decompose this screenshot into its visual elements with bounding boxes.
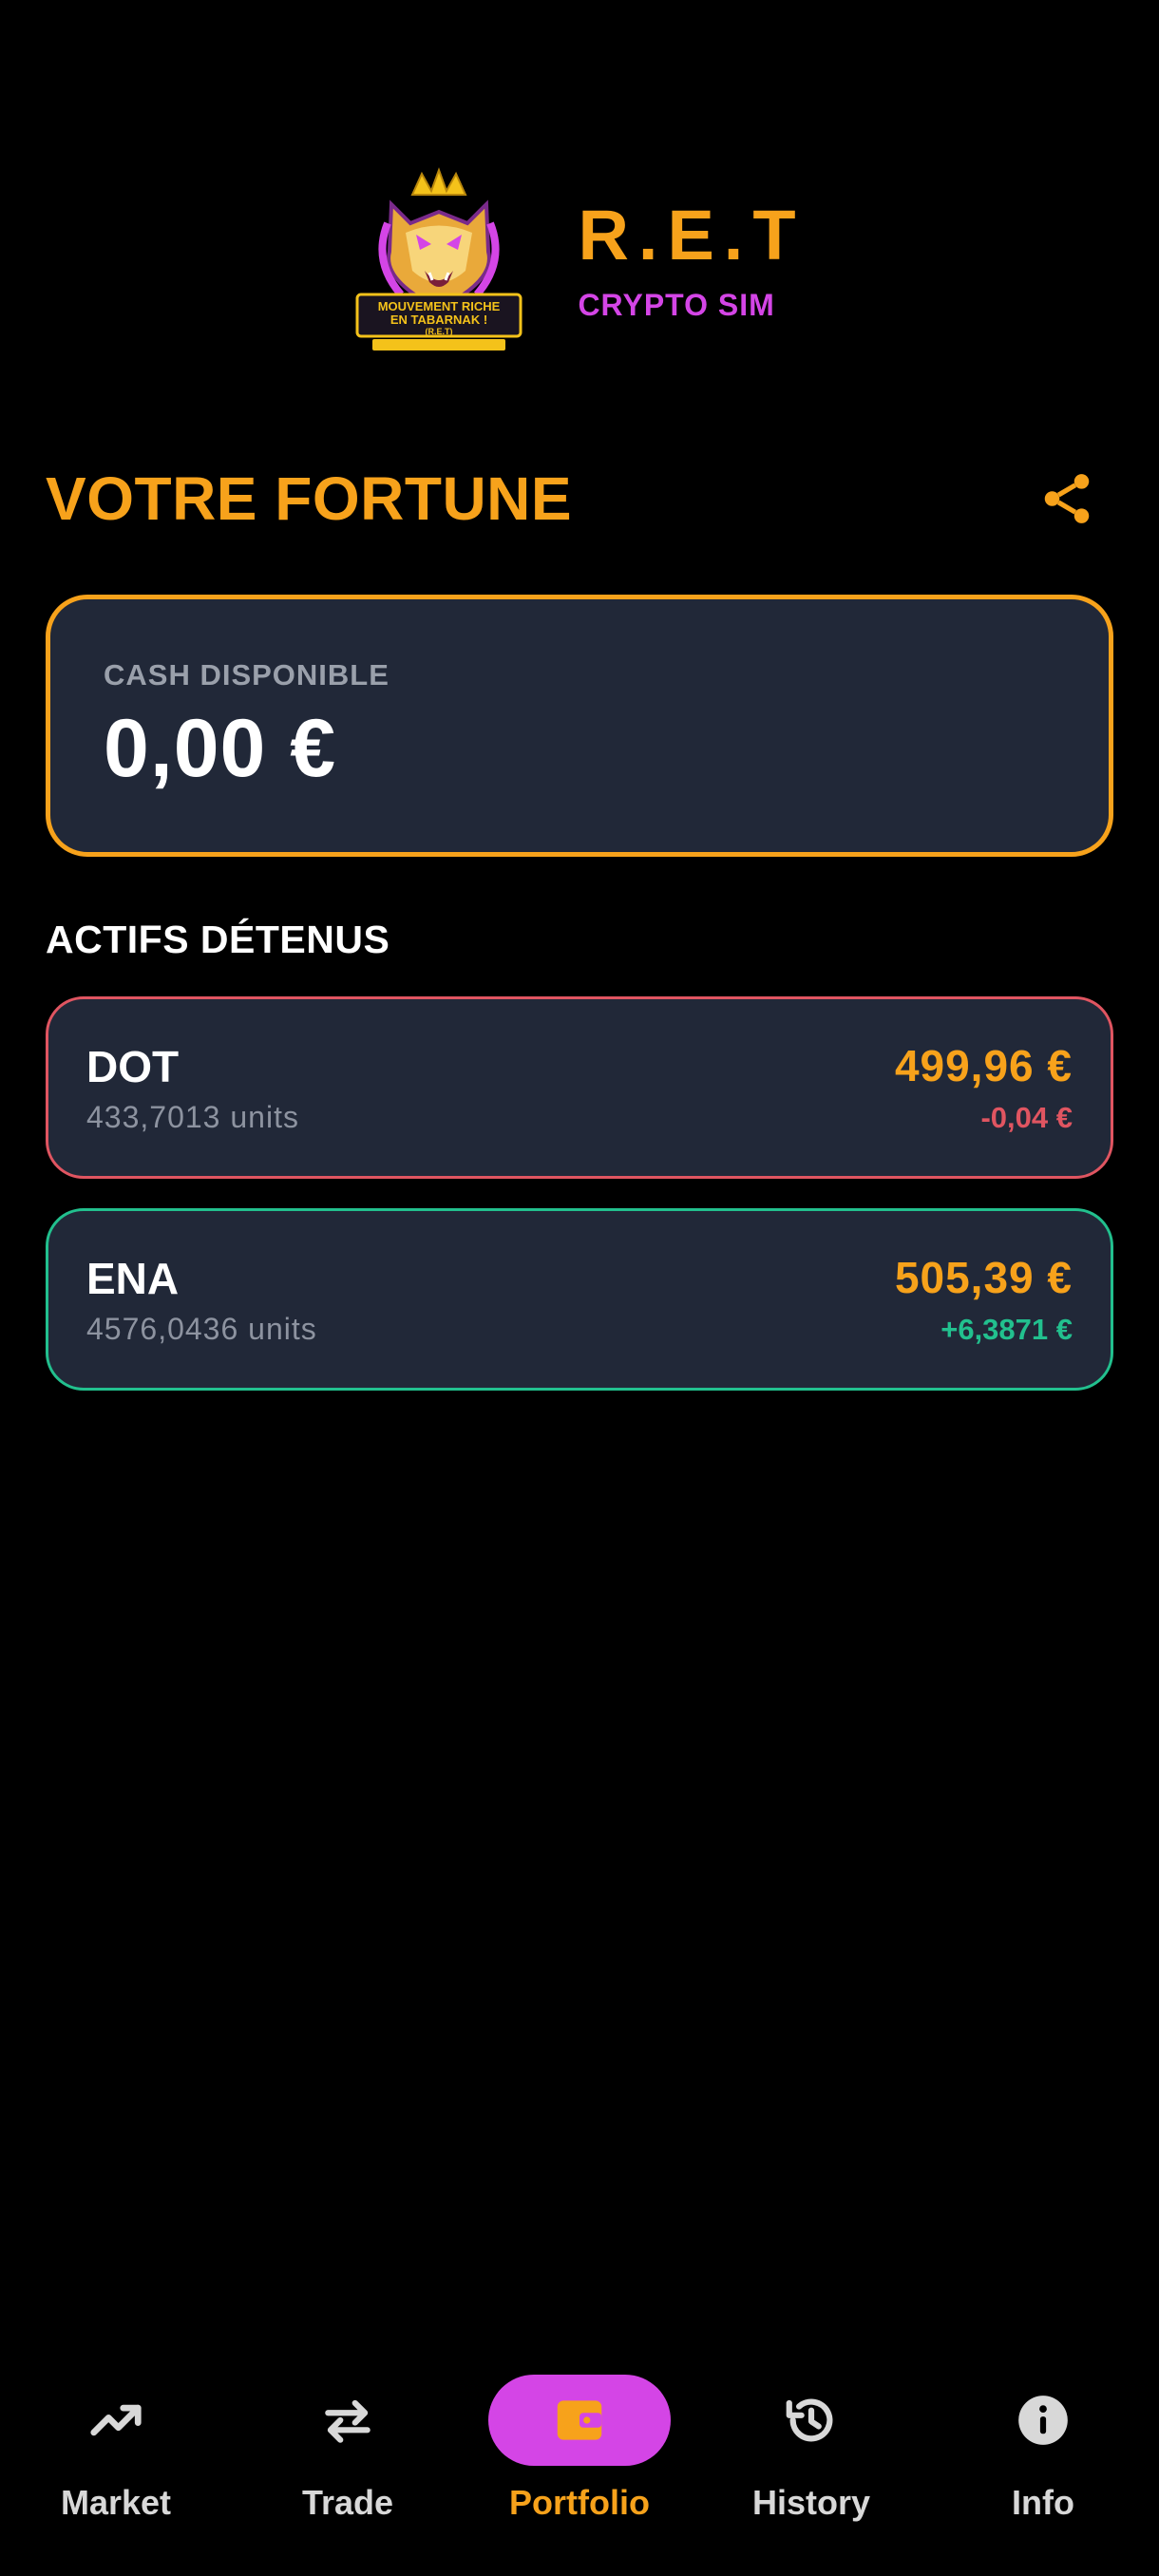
nav-item-trade[interactable]: Trade <box>238 2375 457 2523</box>
nav-icon-container <box>720 2375 902 2466</box>
nav-item-history[interactable]: History <box>702 2375 921 2523</box>
nav-icon-container <box>952 2375 1134 2466</box>
app-title: R.E.T <box>578 195 806 275</box>
share-icon <box>1044 474 1090 523</box>
info-icon <box>1018 2396 1068 2445</box>
asset-card-ena[interactable]: ENA 4576,0436 units 505,39 € +6,3871 € <box>46 1208 1113 1391</box>
asset-value: 499,96 € <box>894 1041 1073 1090</box>
assets-section-title: ACTIFS DÉTENUS <box>46 918 390 961</box>
asset-valuation: 505,39 € +6,3871 € <box>895 1252 1073 1347</box>
portfolio-screen: MOUVEMENT RICHE EN TABARNAK ! (R.E.T) R.… <box>0 0 1159 2576</box>
nav-label: Info <box>1012 2483 1074 2522</box>
trending-up-icon <box>90 2404 142 2436</box>
asset-symbol: DOT <box>86 1041 180 1091</box>
page-title: VOTRE FORTUNE <box>46 464 573 533</box>
asset-change: +6,3871 € <box>940 1313 1073 1346</box>
logo-banner-text: MOUVEMENT RICHE <box>378 299 501 313</box>
fortune-header: VOTRE FORTUNE <box>46 456 1113 541</box>
nav-item-info[interactable]: Info <box>934 2375 1152 2523</box>
nav-label: History <box>751 2483 871 2522</box>
asset-value: 505,39 € <box>894 1253 1073 1302</box>
nav-icon-container <box>488 2375 671 2466</box>
asset-units: 4576,0436 units <box>86 1311 317 1346</box>
nav-icon-container <box>25 2375 207 2466</box>
asset-info: DOT 433,7013 units <box>86 1041 299 1135</box>
share-button[interactable] <box>1024 456 1110 541</box>
cash-card: CASH DISPONIBLE 0,00 € <box>46 595 1113 857</box>
nav-item-portfolio[interactable]: Portfolio <box>470 2375 689 2523</box>
bottom-navigation: Market Trade Portfolio History Info <box>0 2356 1159 2576</box>
asset-info: ENA 4576,0436 units <box>86 1253 317 1347</box>
asset-symbol: ENA <box>86 1253 180 1303</box>
cash-value: 0,00 € <box>104 703 337 794</box>
nav-label: Trade <box>301 2483 394 2522</box>
asset-units: 433,7013 units <box>86 1099 299 1134</box>
asset-change: -0,04 € <box>980 1101 1073 1134</box>
logo-banner-text: EN TABARNAK ! <box>390 313 487 327</box>
wolf-logo-icon: MOUVEMENT RICHE EN TABARNAK ! (R.E.T) <box>355 167 522 350</box>
nav-item-market[interactable]: Market <box>7 2375 225 2523</box>
wallet-icon <box>557 2400 602 2440</box>
nav-label: Market <box>60 2483 172 2522</box>
history-icon <box>786 2398 833 2442</box>
brand-header: MOUVEMENT RICHE EN TABARNAK ! (R.E.T) R.… <box>0 166 1159 356</box>
cash-label: CASH DISPONIBLE <box>104 658 390 691</box>
swap-arrows-icon <box>325 2399 370 2443</box>
app-subtitle: CRYPTO SIM <box>578 287 775 322</box>
nav-label: Portfolio <box>509 2483 650 2522</box>
asset-valuation: 499,96 € -0,04 € <box>895 1040 1073 1135</box>
asset-card-dot[interactable]: DOT 433,7013 units 499,96 € -0,04 € <box>46 996 1113 1179</box>
logo-banner-text: (R.E.T) <box>426 327 453 336</box>
nav-icon-container <box>256 2375 439 2466</box>
brand-text: R.E.T CRYPTO SIM <box>578 195 806 323</box>
